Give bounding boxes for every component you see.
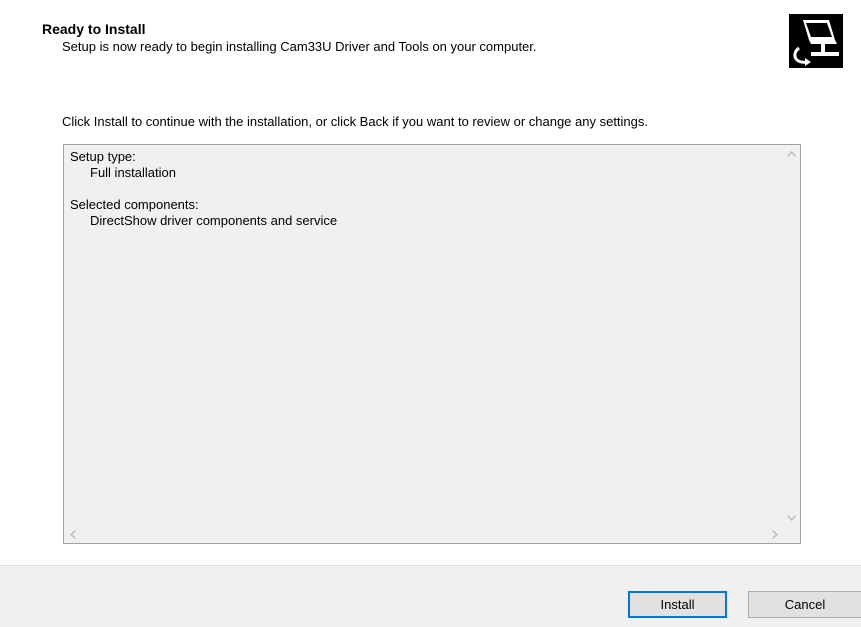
components-label: Selected components: <box>70 197 199 212</box>
components-value: DirectShow driver components and service <box>90 213 338 228</box>
vertical-scrollbar[interactable] <box>783 145 800 526</box>
instruction-text: Click Install to continue with the insta… <box>62 114 649 129</box>
horizontal-scrollbar[interactable] <box>64 526 783 543</box>
scroll-left-icon[interactable] <box>64 526 81 543</box>
install-button[interactable]: Install <box>628 591 727 618</box>
page-subtitle: Setup is now ready to begin installing C… <box>62 39 537 54</box>
page-title: Ready to Install <box>42 21 146 37</box>
button-bar: Install Cancel <box>0 565 861 627</box>
setup-type-value: Full installation <box>90 165 176 180</box>
scroll-up-icon[interactable] <box>783 145 800 162</box>
cancel-button[interactable]: Cancel <box>748 591 861 618</box>
setup-computer-icon <box>789 14 843 68</box>
scroll-right-icon[interactable] <box>766 526 783 543</box>
scroll-down-icon[interactable] <box>783 509 800 526</box>
ready-memo-box[interactable]: Setup type: Full installation Selected c… <box>63 144 801 544</box>
setup-type-label: Setup type: <box>70 149 136 164</box>
memo-content: Setup type: Full installation Selected c… <box>70 149 337 229</box>
